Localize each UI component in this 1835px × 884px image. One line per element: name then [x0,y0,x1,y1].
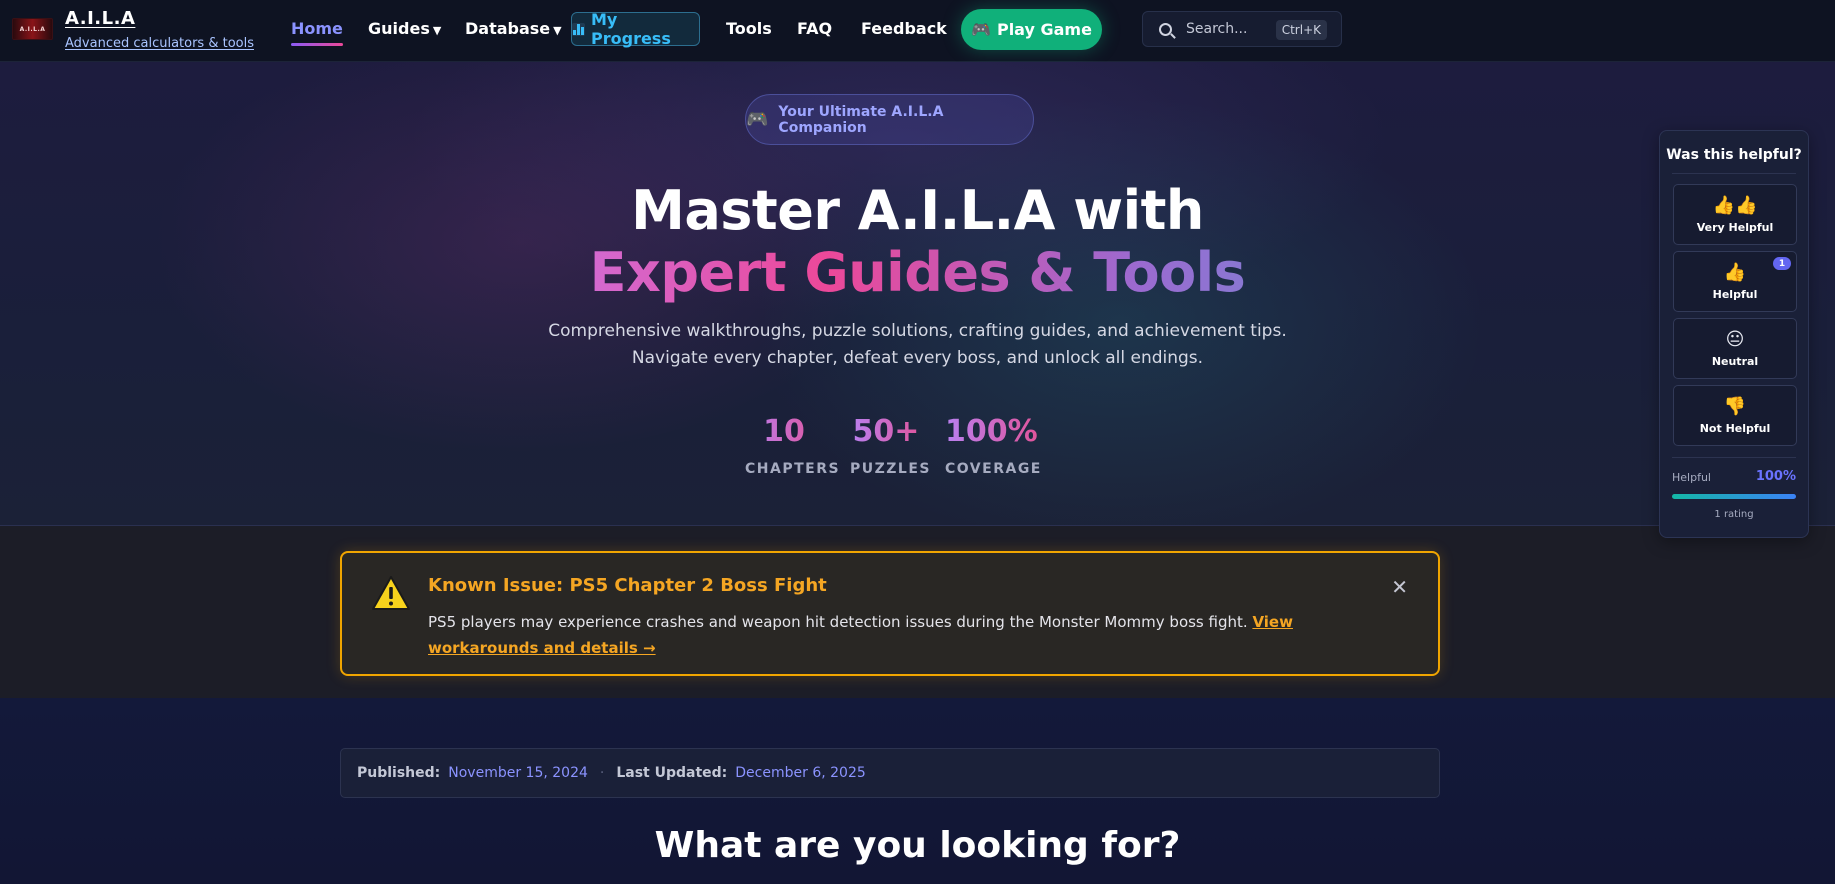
nav-home[interactable]: Home [291,19,343,46]
stat-label: PUZZLES [850,461,931,477]
section-title: What are you looking for? [654,825,1181,866]
brand-tagline[interactable]: Advanced calculators & tools [65,36,254,51]
hero-subtitle-line1: Comprehensive walkthroughs, puzzle solut… [548,321,1287,341]
updated-date: December 6, 2025 [735,765,866,781]
my-progress-button[interactable]: My Progress [571,10,700,48]
stat-puzzles: 50+ PUZZLES [850,414,931,477]
feedback-option-label: Neutral [1711,355,1759,368]
hero-title: Master A.I.L.A with Expert Guides & Tool… [0,180,1835,304]
search-placeholder: Search... [1186,21,1248,37]
hero-title-line2: Expert Guides & Tools [0,242,1835,304]
neutral-face-icon: 😐 [1725,329,1745,350]
gamepad-icon: 🎮 [746,109,769,130]
helpful-stat-label: Helpful [1672,471,1711,484]
rating-count: 1 rating [1714,509,1754,520]
nav-faq[interactable]: FAQ [797,19,832,38]
hero-subtitle: Comprehensive walkthroughs, puzzle solut… [0,318,1835,372]
nav-guides[interactable]: Guides ▼ [368,19,441,38]
stat-coverage: 100% COVERAGE [945,414,1042,477]
published-label: Published: [357,765,441,781]
updated-label: Last Updated: [616,765,728,781]
alert-band: Known Issue: PS5 Chapter 2 Boss Fight PS… [0,526,1835,698]
hero-pill: 🎮 Your Ultimate A.I.L.A Companion [745,94,1034,145]
stat-value: 50+ [850,414,922,449]
helpful-progress-bar [1672,494,1796,499]
feedback-neutral-button[interactable]: 😐 Neutral [1673,318,1797,379]
double-thumbs-up-icon: 👍👍 [1712,195,1758,216]
hero-title-line1: Master A.I.L.A with [631,179,1204,242]
close-icon[interactable]: ✕ [1391,575,1408,599]
brand-name[interactable]: A.I.L.A [65,8,254,29]
nav-home-label: Home [291,19,343,38]
brand-block[interactable]: A.I.L.A Advanced calculators & tools [65,8,254,51]
nav-guides-label: Guides [368,19,430,38]
thumbs-up-icon: 👍 [1723,262,1747,283]
chevron-down-icon: ▼ [553,24,562,37]
feedback-option-label: Not Helpful [1699,422,1771,435]
top-navbar: A.I.L.A A.I.L.A Advanced calculators & t… [0,0,1835,62]
known-issue-alert: Known Issue: PS5 Chapter 2 Boss Fight PS… [340,551,1440,676]
warning-icon [372,576,410,610]
feedback-widget: Was this helpful? 👍👍 Very Helpful 1 👍 He… [1659,130,1809,538]
search-icon [1159,22,1172,36]
feedback-option-label: Very Helpful [1696,221,1774,234]
alert-text: PS5 players may experience crashes and w… [428,613,1248,631]
divider [1672,457,1796,458]
publish-meta-bar: Published: November 15, 2024 · Last Upda… [340,748,1440,798]
thumbs-down-icon: 👎 [1723,396,1747,417]
site-logo[interactable]: A.I.L.A [12,18,53,40]
helpful-progress-fill [1672,494,1796,499]
feedback-title: Was this helpful? [1666,147,1802,163]
published-date: November 15, 2024 [448,765,588,781]
my-progress-label: My Progress [591,10,671,48]
stat-value: 100% [945,414,1038,449]
stat-chapters: 10 CHAPTERS [745,414,841,477]
stat-label: COVERAGE [945,461,1042,477]
feedback-not-helpful-button[interactable]: 👎 Not Helpful [1673,385,1797,446]
stat-label: CHAPTERS [745,461,841,477]
hero-section: 🎮 Your Ultimate A.I.L.A Companion Master… [0,62,1835,526]
divider [1672,173,1796,174]
feedback-option-label: Helpful [1712,288,1758,301]
feedback-helpful-button[interactable]: 1 👍 Helpful [1673,251,1797,312]
bar-chart-icon [572,22,585,36]
helpful-stat-value: 100% [1755,469,1796,484]
meta-separator: · [599,765,605,781]
stat-value: 10 [745,414,823,449]
hero-subtitle-line2: Navigate every chapter, defeat every bos… [631,348,1204,368]
feedback-very-helpful-button[interactable]: 👍👍 Very Helpful [1673,184,1797,245]
play-game-label: Play Game [996,20,1092,39]
nav-feedback[interactable]: Feedback [861,19,947,38]
play-game-button[interactable]: 🎮 Play Game [961,9,1102,50]
hero-pill-text: Your Ultimate A.I.L.A Companion [778,103,944,136]
gamepad-icon: 🎮 [971,20,991,39]
nav-database-label: Database [465,19,551,38]
search-box[interactable]: Search... Ctrl+K [1142,11,1342,47]
search-shortcut-badge: Ctrl+K [1275,20,1327,40]
vote-count-badge: 1 [1773,257,1791,270]
alert-body: PS5 players may experience crashes and w… [428,609,1388,661]
content-section: Published: November 15, 2024 · Last Upda… [0,698,1835,884]
chevron-down-icon: ▼ [432,24,442,37]
nav-database[interactable]: Database ▼ [465,19,562,38]
nav-tools[interactable]: Tools [726,19,772,38]
alert-title: Known Issue: PS5 Chapter 2 Boss Fight [428,575,827,596]
